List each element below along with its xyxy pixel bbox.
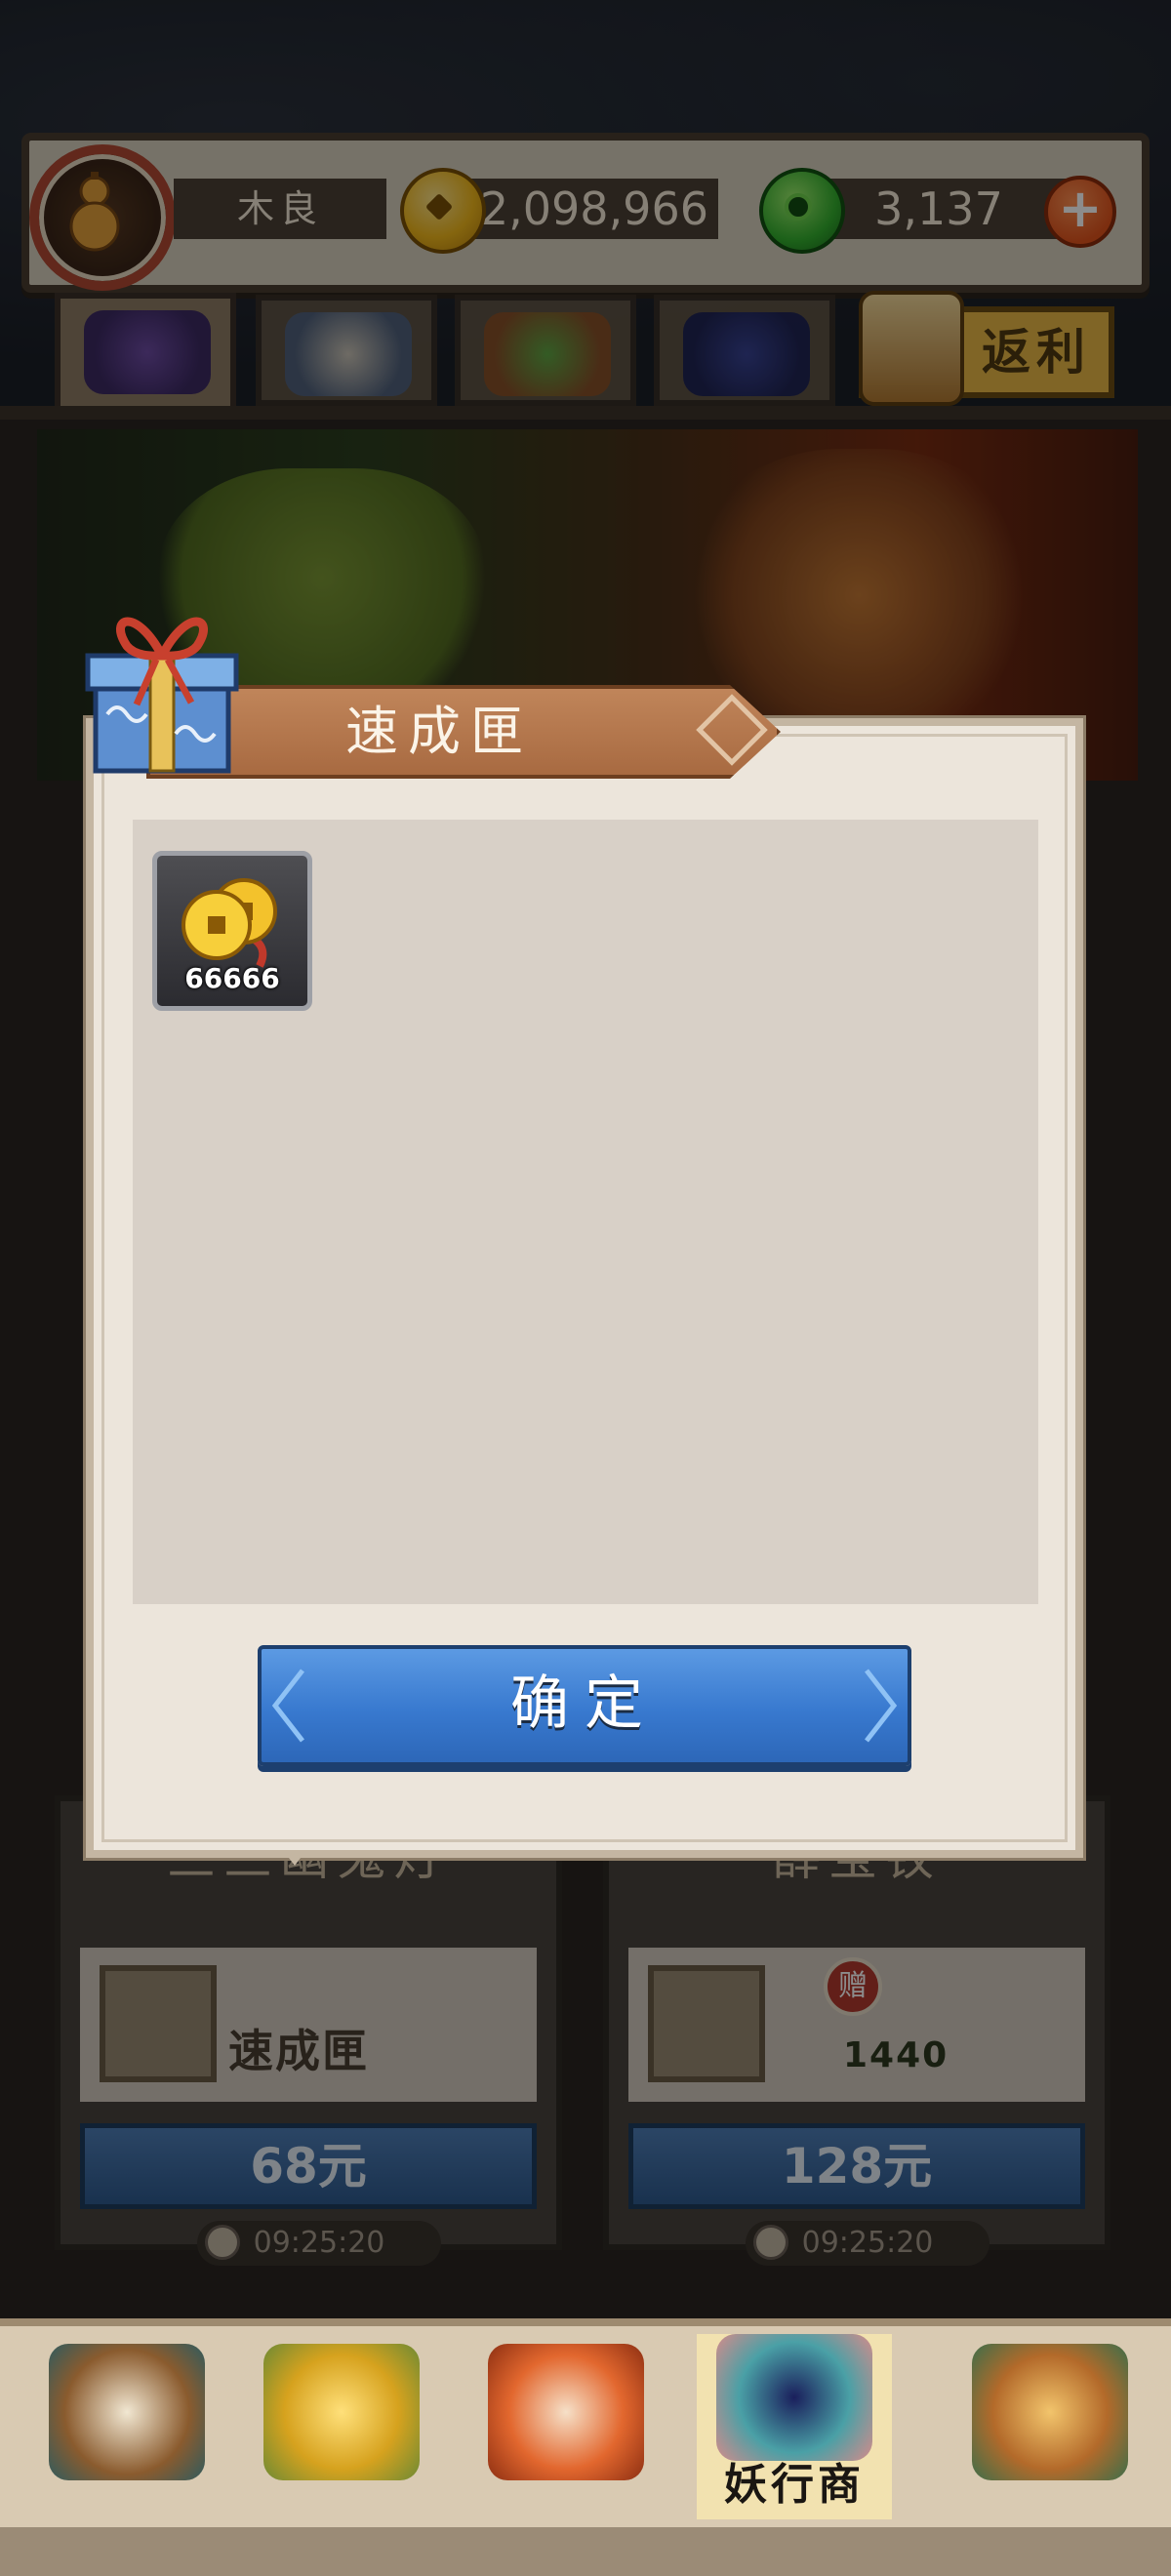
confirm-label: 确定	[510, 1670, 659, 1738]
gift-box-icon	[85, 617, 239, 774]
confirm-button[interactable]: 确定	[258, 1645, 911, 1766]
compass-book-icon	[972, 2344, 1128, 2480]
nav-item-merchant[interactable]: 妖行商	[697, 2334, 892, 2519]
reward-quantity: 66666	[184, 962, 280, 994]
dialog-pointer	[283, 1850, 306, 1866]
nav-item-star[interactable]	[244, 2334, 439, 2519]
copper-coins-icon	[182, 878, 277, 968]
shrine-gate-icon	[488, 2344, 644, 2480]
nav-item-compass[interactable]	[952, 2334, 1148, 2519]
merchant-stall-icon	[716, 2334, 872, 2461]
bottom-decorative-strip	[0, 2527, 1171, 2576]
nav-item-clock-chest[interactable]	[29, 2334, 224, 2519]
nav-item-shrine[interactable]	[468, 2334, 664, 2519]
nav-label: 妖行商	[724, 2460, 865, 2510]
clock-chest-icon	[49, 2344, 205, 2480]
star-trophy-icon	[263, 2344, 420, 2480]
